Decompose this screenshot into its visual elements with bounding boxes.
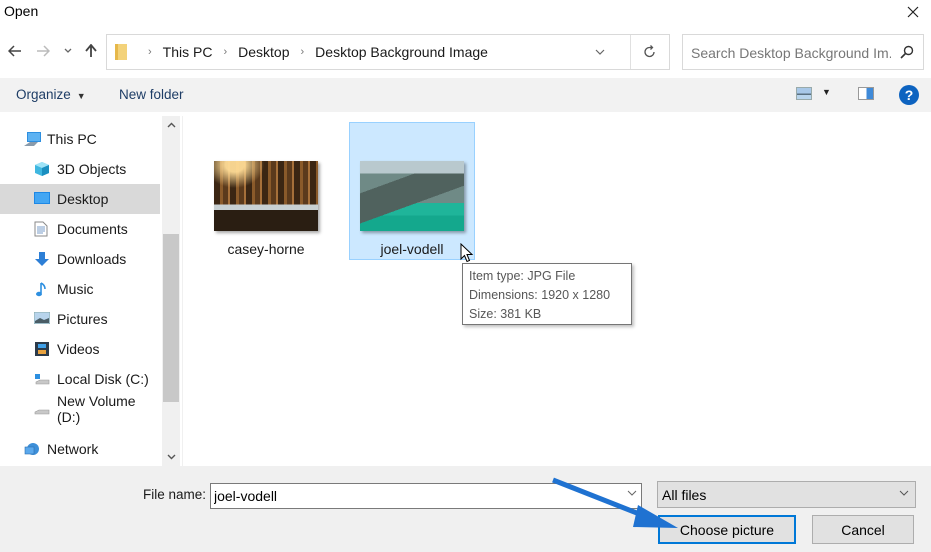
scroll-down-icon[interactable]: [162, 448, 180, 466]
organize-label: Organize: [16, 87, 71, 102]
tooltip-dimensions: Dimensions: 1920 x 1280: [469, 288, 611, 302]
file-name-label: File name:: [143, 487, 207, 502]
chevron-right-icon[interactable]: ›: [301, 46, 305, 58]
breadcrumb-item-current[interactable]: Desktop Background Image: [315, 44, 488, 60]
tooltip-item-type: Item type: JPG File: [469, 269, 576, 283]
sidebar-item-label: This PC: [47, 131, 97, 147]
mouse-cursor-icon: [460, 243, 474, 263]
choose-picture-button[interactable]: Choose picture: [658, 515, 796, 544]
sidebar-item-3d-objects[interactable]: 3D Objects: [0, 154, 160, 184]
search-icon[interactable]: [899, 44, 915, 60]
cancel-button[interactable]: Cancel: [812, 515, 914, 544]
breadcrumb-item-desktop[interactable]: Desktop: [238, 44, 289, 60]
desktop-icon: [34, 191, 50, 207]
file-item-joel-vodell[interactable]: joel-vodell: [349, 122, 475, 260]
file-name-label: joel-vodell: [380, 241, 444, 257]
image-thumbnail: [214, 161, 318, 231]
folder-icon: [115, 44, 127, 60]
organize-button[interactable]: Organize ▼: [16, 87, 86, 102]
document-icon: [34, 221, 50, 237]
sidebar-item-label: Documents: [57, 221, 128, 237]
drive-icon: [34, 371, 50, 387]
chevron-down-icon: [899, 488, 909, 499]
preview-pane-icon[interactable]: [858, 87, 874, 100]
sidebar-item-label: Desktop: [57, 191, 109, 207]
change-view-icon[interactable]: [796, 87, 812, 100]
sidebar-item-documents[interactable]: Documents: [0, 214, 160, 244]
pictures-icon: [33, 311, 51, 327]
tooltip-size: Size: 381 KB: [469, 307, 542, 321]
sidebar-item-label: 3D Objects: [57, 161, 127, 177]
sidebar-item-new-volume-d[interactable]: New Volume (D:): [0, 393, 160, 425]
help-icon[interactable]: ?: [899, 85, 919, 105]
file-type-select[interactable]: All files: [657, 481, 916, 508]
new-folder-button[interactable]: New folder: [119, 87, 184, 102]
window-title: Open: [4, 3, 39, 19]
chevron-down-icon: [595, 49, 605, 55]
chevron-down-icon[interactable]: [627, 488, 637, 499]
computer-icon: [24, 131, 41, 147]
sidebar-item-desktop[interactable]: Desktop: [0, 184, 160, 214]
sidebar-item-label: Network: [47, 441, 99, 457]
address-bar[interactable]: › This PC › Desktop › Desktop Background…: [106, 34, 670, 70]
file-name-combobox[interactable]: [210, 483, 642, 509]
search-input[interactable]: [691, 43, 891, 63]
music-icon: [34, 281, 50, 297]
arrow-up-icon[interactable]: [82, 42, 100, 60]
sidebar-item-network[interactable]: Network: [0, 434, 160, 464]
file-name-label: casey-horne: [227, 241, 305, 257]
arrow-right-icon[interactable]: [34, 42, 52, 60]
command-bar: Organize ▼ New folder ▼: [0, 78, 931, 112]
navigation-bar: › This PC › Desktop › Desktop Background…: [0, 34, 931, 70]
scrollbar-thumb[interactable]: [163, 234, 179, 402]
close-icon[interactable]: [901, 0, 925, 24]
sidebar-item-label: New Volume (D:): [57, 393, 136, 425]
sidebar-item-local-disk-c[interactable]: Local Disk (C:): [0, 364, 160, 394]
navigation-pane: This PC 3D Objects Desktop Documents Dow…: [0, 116, 162, 466]
breadcrumb: › This PC › Desktop › Desktop Background…: [137, 35, 488, 69]
file-info-tooltip: Item type: JPG File Dimensions: 1920 x 1…: [462, 263, 632, 325]
caret-down-icon: ▼: [76, 91, 86, 101]
navigation-pane-scrollbar[interactable]: [162, 116, 180, 466]
drive-icon: [34, 401, 50, 417]
sidebar-item-label: Videos: [57, 341, 100, 357]
search-box[interactable]: [682, 34, 924, 70]
file-type-value: All files: [662, 487, 707, 503]
caret-down-icon[interactable]: ▼: [822, 87, 831, 97]
title-bar: Open: [0, 0, 931, 24]
sidebar-item-label: Local Disk (C:): [57, 371, 149, 387]
image-thumbnail: [360, 161, 464, 231]
download-icon: [34, 251, 50, 267]
video-icon: [34, 341, 50, 357]
sidebar-item-label: Pictures: [57, 311, 108, 327]
file-item-casey-horne[interactable]: casey-horne: [203, 122, 329, 260]
sidebar-item-music[interactable]: Music: [0, 274, 160, 304]
file-name-input[interactable]: [214, 487, 614, 505]
sidebar-item-this-pc[interactable]: This PC: [0, 124, 160, 154]
chevron-right-icon[interactable]: ›: [223, 46, 227, 58]
chevron-right-icon: ›: [148, 46, 152, 58]
refresh-icon[interactable]: [639, 35, 661, 69]
divider: [630, 35, 631, 69]
dialog-footer: File name: All files Choose picture Canc…: [0, 466, 931, 552]
arrow-left-icon[interactable]: [6, 42, 24, 60]
scroll-up-icon[interactable]: [162, 116, 180, 134]
breadcrumb-item-this-pc[interactable]: This PC: [163, 44, 213, 60]
sidebar-item-downloads[interactable]: Downloads: [0, 244, 160, 274]
sidebar-item-videos[interactable]: Videos: [0, 334, 160, 364]
sidebar-item-pictures[interactable]: Pictures: [0, 304, 160, 334]
cube-icon: [34, 161, 50, 177]
sidebar-item-label: Music: [57, 281, 94, 297]
sidebar-item-label: Downloads: [57, 251, 127, 267]
chevron-down-icon[interactable]: [59, 42, 77, 60]
network-icon: [24, 441, 40, 457]
address-history-dropdown[interactable]: [589, 35, 611, 69]
